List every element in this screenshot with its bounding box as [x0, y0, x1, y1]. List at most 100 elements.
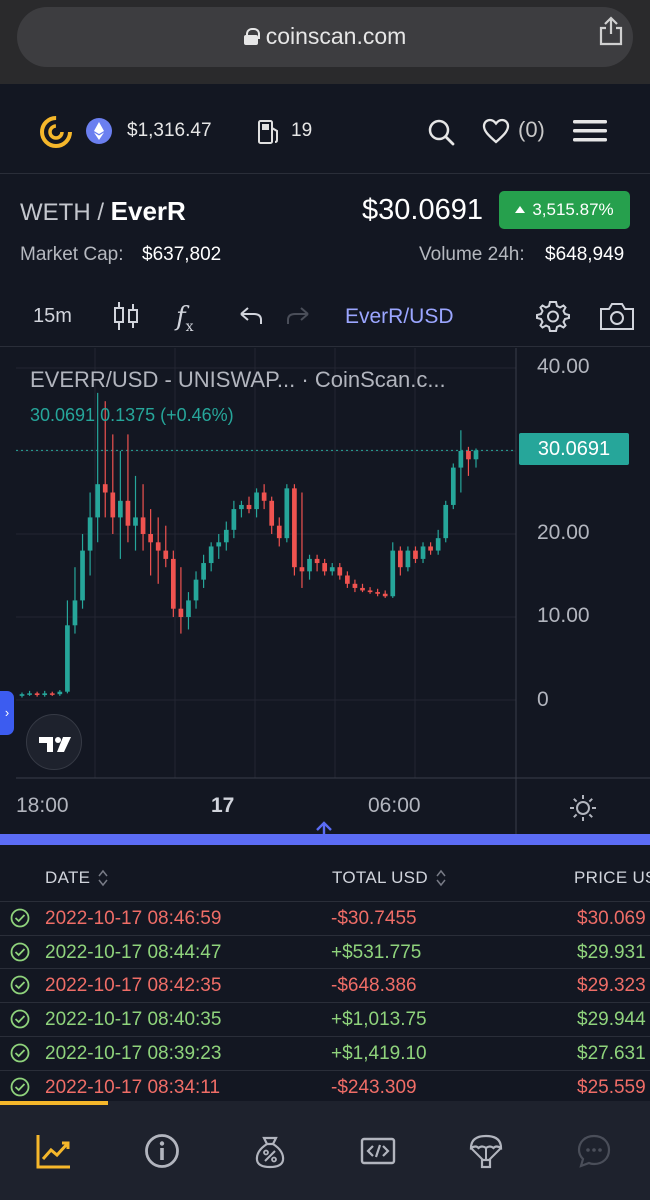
candle[interactable]: [155, 517, 161, 584]
theme-sun-icon[interactable]: [569, 794, 597, 822]
sort-icon[interactable]: [436, 869, 446, 887]
tab-info[interactable]: [108, 1101, 216, 1200]
candle[interactable]: [413, 546, 418, 564]
confirmed-check-icon: [10, 942, 30, 962]
candle[interactable]: [170, 550, 176, 617]
code-icon: [360, 1137, 396, 1165]
candle[interactable]: [397, 546, 403, 576]
table-row[interactable]: 2022-10-17 08:46:59 -$30.7455 $30.069: [0, 901, 650, 934]
candle[interactable]: [450, 463, 456, 510]
camera-icon[interactable]: [599, 301, 635, 331]
candle[interactable]: [201, 554, 206, 588]
candle[interactable]: [72, 567, 78, 634]
address-bar[interactable]: coinscan.com: [17, 7, 633, 67]
tab-contract[interactable]: [324, 1101, 432, 1200]
interval-button[interactable]: 15m: [33, 305, 72, 328]
info-icon: [145, 1134, 179, 1168]
candle[interactable]: [19, 692, 25, 698]
tab-fees[interactable]: [216, 1101, 324, 1200]
url-text: coinscan.com: [265, 23, 407, 49]
candle[interactable]: [178, 567, 184, 634]
coinscan-logo-icon[interactable]: [39, 115, 73, 149]
candle[interactable]: [110, 434, 116, 534]
symbol-button[interactable]: EverR/USD: [345, 305, 454, 329]
trade-price: $29.944: [577, 1009, 646, 1031]
candle[interactable]: [329, 563, 335, 576]
sort-icon[interactable]: [98, 869, 108, 887]
table-row[interactable]: 2022-10-17 08:42:35 -$648.386 $29.323: [0, 968, 650, 1001]
indicators-icon[interactable]: fx: [176, 302, 194, 335]
candle[interactable]: [208, 542, 214, 572]
candle[interactable]: [65, 600, 70, 694]
candle[interactable]: [375, 588, 380, 597]
menu-icon[interactable]: [573, 120, 607, 142]
tab-chart[interactable]: [0, 1101, 108, 1200]
candle[interactable]: [133, 475, 138, 551]
candle[interactable]: [322, 558, 328, 576]
candle[interactable]: [239, 500, 244, 518]
candle[interactable]: [458, 430, 464, 493]
trade-total: -$243.309: [331, 1076, 417, 1098]
candle[interactable]: [231, 500, 237, 539]
candle[interactable]: [34, 691, 40, 697]
candle[interactable]: [57, 690, 63, 696]
candle[interactable]: [246, 496, 252, 514]
table-row[interactable]: 2022-10-17 08:34:11 -$243.309 $25.559: [0, 1069, 650, 1102]
candle[interactable]: [163, 525, 169, 568]
candle[interactable]: [223, 521, 229, 551]
tab-airdrop[interactable]: [432, 1101, 540, 1200]
search-icon[interactable]: [427, 118, 455, 146]
undo-icon[interactable]: [238, 306, 264, 326]
favorites-count[interactable]: (0): [518, 117, 545, 143]
candle[interactable]: [314, 554, 320, 572]
column-header-date[interactable]: DATE: [45, 868, 108, 888]
candle[interactable]: [87, 492, 93, 576]
tradingview-logo-icon[interactable]: [26, 714, 82, 770]
heart-icon[interactable]: [482, 118, 510, 144]
column-header-price-usd[interactable]: PRICE US: [574, 868, 650, 888]
candle[interactable]: [261, 484, 267, 510]
candle[interactable]: [216, 534, 222, 559]
side-panel-handle[interactable]: ›: [0, 691, 14, 735]
candle[interactable]: [49, 691, 55, 696]
candle[interactable]: [466, 446, 471, 476]
candle[interactable]: [118, 451, 123, 559]
share-icon[interactable]: [598, 16, 624, 46]
table-row[interactable]: 2022-10-17 08:40:35 +$1,013.75 $29.944: [0, 1002, 650, 1035]
candle[interactable]: [42, 690, 48, 697]
table-row[interactable]: 2022-10-17 08:39:23 +$1,419.10 $27.631: [0, 1035, 650, 1069]
candle[interactable]: [27, 690, 32, 696]
candle[interactable]: [307, 554, 312, 580]
candle[interactable]: [292, 484, 297, 576]
candle[interactable]: [148, 509, 153, 576]
candle[interactable]: [443, 500, 449, 543]
candle[interactable]: [367, 587, 373, 594]
confirmed-check-icon: [10, 1009, 30, 1029]
column-header-total-usd[interactable]: TOTAL USD: [332, 868, 446, 888]
candle[interactable]: [269, 496, 275, 534]
candle[interactable]: [284, 484, 290, 543]
candle[interactable]: [276, 517, 282, 547]
candle[interactable]: [193, 571, 199, 609]
table-row[interactable]: 2022-10-17 08:44:47 +$531.775 $29.931: [0, 934, 650, 968]
candle[interactable]: [390, 542, 396, 598]
candle[interactable]: [345, 571, 350, 588]
candle[interactable]: [186, 592, 191, 630]
candle[interactable]: [360, 583, 365, 593]
candle[interactable]: [140, 484, 146, 551]
candle[interactable]: [405, 546, 411, 572]
candle[interactable]: [352, 579, 358, 593]
candle[interactable]: [420, 542, 426, 564]
candle[interactable]: [382, 590, 388, 598]
redo-icon[interactable]: [285, 306, 311, 326]
tab-chat[interactable]: [540, 1101, 648, 1200]
candlestick-type-icon[interactable]: [113, 300, 139, 332]
gear-icon[interactable]: [536, 299, 570, 333]
y-axis-tick: 40.00: [537, 355, 590, 378]
candle[interactable]: [473, 448, 479, 468]
candle[interactable]: [428, 542, 433, 555]
price-chart[interactable]: EVERR/USD - UNISWAP... · CoinScan.c... 3…: [0, 348, 650, 834]
candle[interactable]: [337, 563, 343, 580]
candle[interactable]: [80, 534, 85, 609]
candle[interactable]: [299, 492, 305, 588]
